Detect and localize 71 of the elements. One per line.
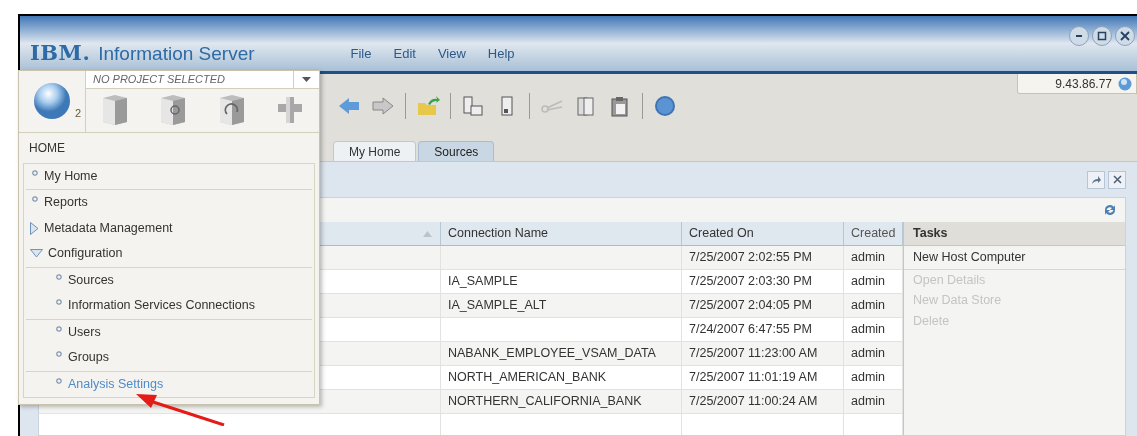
close-panel-button[interactable] <box>1108 170 1126 189</box>
table-cell-text: admin <box>851 297 886 315</box>
folder-icon[interactable] <box>416 95 440 117</box>
table-cell-text: 7/25/2007 2:04:05 PM <box>689 297 812 315</box>
menu-item[interactable]: Reports <box>44 193 88 213</box>
minimize-icon <box>1076 35 1082 37</box>
menu-item[interactable]: Users <box>68 322 101 342</box>
forward-arrow-icon[interactable] <box>371 95 395 117</box>
bullet-icon <box>56 325 62 332</box>
bullet-icon <box>56 377 62 384</box>
close-icon <box>1120 31 1130 41</box>
table-cell-text: IA_SAMPLE <box>448 273 518 291</box>
table-cell-text: 7/25/2007 2:02:55 PM <box>689 249 812 267</box>
project-dropdown[interactable]: NO PROJECT SELECTED <box>86 71 319 89</box>
menu-item[interactable]: Configuration <box>48 244 123 264</box>
bullet-icon <box>56 351 62 357</box>
table-cell-text: IA_SAMPLE_ALT <box>448 297 547 315</box>
project-count: 2 <box>74 106 81 122</box>
table-cell-text: admin <box>851 345 886 363</box>
table-cell-text: 7/25/2007 11:01:19 AM <box>689 369 818 387</box>
globe-icon <box>1118 76 1132 91</box>
table-cell-text: NORTHERN_CALIFORNIA_BANK <box>448 393 642 411</box>
menu-item[interactable]: Sources <box>68 270 114 290</box>
menu-item[interactable]: Information Services Connections <box>68 296 255 316</box>
column-header[interactable]: Created <box>844 222 903 245</box>
close-button[interactable] <box>1115 26 1135 46</box>
menu-item[interactable]: Help <box>487 43 515 63</box>
minimize-button[interactable] <box>1069 26 1089 46</box>
back-arrow-icon[interactable] <box>337 95 361 117</box>
column-header[interactable]: Connection Name <box>441 222 682 245</box>
menu-item[interactable]: My Home <box>44 166 98 186</box>
table-cell-text: admin <box>851 321 886 339</box>
table-cell-text: 7/24/2007 6:47:55 PM <box>689 321 812 339</box>
tab[interactable]: Sources <box>418 141 495 161</box>
dropdown-caret-icon <box>302 77 311 82</box>
bullet-icon <box>32 169 38 176</box>
table-cell-text: 7/25/2007 11:23:00 AM <box>689 345 818 363</box>
expanded-triangle-icon[interactable] <box>30 249 43 259</box>
server-address: 9.43.86.77 <box>1055 75 1112 93</box>
menu-item[interactable]: View <box>437 43 466 63</box>
maximize-icon <box>1097 31 1107 41</box>
menu-item[interactable]: Edit <box>393 43 416 63</box>
task-link[interactable]: New Host Computer <box>913 248 1026 267</box>
table-cell-text: 7/25/2007 2:03:30 PM <box>689 273 812 291</box>
menu-item[interactable]: Groups <box>68 348 109 368</box>
bullet-icon <box>56 273 62 280</box>
menu-item[interactable]: File <box>350 43 372 63</box>
menu-heading: HOME <box>29 139 65 157</box>
tasks-heading: Tasks <box>913 225 948 243</box>
tab[interactable]: My Home <box>333 141 417 161</box>
refresh-icon[interactable] <box>1103 203 1117 217</box>
window-title: Information Server <box>98 44 255 63</box>
maximize-button[interactable] <box>1092 26 1112 46</box>
table-cell-text: admin <box>851 369 886 387</box>
table-cell-text: 7/25/2007 11:00:24 AM <box>689 393 818 411</box>
close-icon <box>1112 175 1122 184</box>
table-cell-text: NORTH_AMERICAN_BANK <box>448 369 607 387</box>
menu-item[interactable]: Metadata Management <box>44 218 173 238</box>
table-cell-text: admin <box>851 273 886 291</box>
documents-icon[interactable] <box>461 95 485 117</box>
bullet-icon <box>56 299 62 305</box>
table-cell-text: NABANK_EMPLOYEE_VSAM_DATA <box>448 345 656 363</box>
table-cell-text: admin <box>851 249 886 267</box>
logo: IBM. <box>30 42 91 63</box>
bullet-icon <box>32 196 38 202</box>
detach-button[interactable] <box>1087 170 1105 189</box>
share-arrow-icon <box>1091 174 1101 185</box>
home-globe-icon[interactable] <box>33 82 71 121</box>
column-header[interactable]: Created On <box>682 222 844 245</box>
collapsed-triangle-icon[interactable] <box>30 221 39 235</box>
table-cell-text: admin <box>851 393 886 411</box>
